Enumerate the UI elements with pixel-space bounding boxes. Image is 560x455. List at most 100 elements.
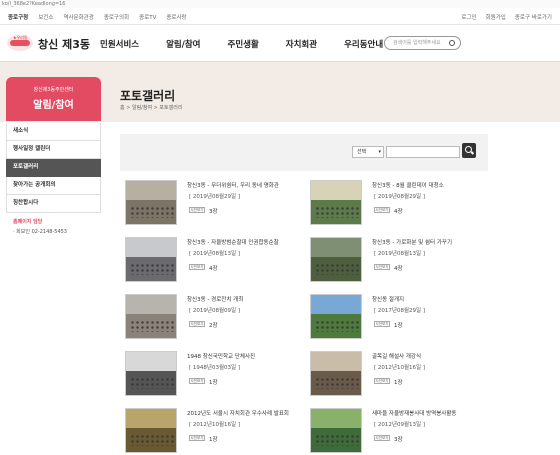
gallery-item-count: 2장 [209, 323, 218, 329]
gallery-item[interactable]: 골목길 해설사 개강식 [ 2012년10월16일 ] 사진보기 1장 [305, 351, 485, 401]
sidebar-menu: 새소식 행사일정 캘린더 포토갤러리 찾아가는 공개회의 칭찬합시다 [6, 123, 101, 213]
gallery-item-count: 4장 [394, 266, 403, 272]
nav-item-notice[interactable]: 알림/참여 [166, 38, 200, 50]
contact-phone: · 회보인 02-2148-5453 [13, 229, 67, 235]
topbar-link-0[interactable]: 보건소 [38, 13, 53, 21]
view-photo-button[interactable]: 사진보기 [374, 321, 390, 327]
view-photo-button[interactable]: 사진보기 [374, 435, 390, 441]
gallery-item-count: 3장 [394, 437, 403, 443]
gallery-thumbnail[interactable] [310, 408, 362, 453]
gallery-item-count: 4장 [394, 209, 403, 215]
view-photo-button[interactable]: 사진보기 [374, 264, 390, 270]
gallery-item[interactable]: 1948 창신국민학교 단체사진 [ 1948년03월03일 ] 사진보기 1장 [120, 351, 300, 401]
view-photo-button[interactable]: 사진보기 [189, 378, 205, 384]
logo[interactable]: ★우리동 [7, 35, 33, 51]
gallery-item[interactable]: 2012년도 서울시 자치회관 우수사례 발표회 [ 2012년10월16일 ] 사… [120, 408, 300, 455]
topbar-link-1[interactable]: 역사문화관광 [63, 13, 93, 21]
gallery-item[interactable]: 창신3동 - 무더위쉼터, 우리 동네 명화관 [ 2019년08월29일 ] 사진… [120, 180, 300, 230]
gallery-thumbnail[interactable] [125, 180, 177, 225]
gallery-item-title[interactable]: 창신3동 - 가로화분 및 쉼터 가꾸기 [372, 238, 452, 246]
gallery-item-count: 1장 [394, 323, 403, 329]
page-title: 포토갤러리 [120, 89, 176, 103]
breadcrumb: 홈 > 알림/참여 > 포토갤러리 [120, 105, 183, 111]
logo-mark: ★우리동 [13, 35, 28, 40]
gallery-item-date: [ 2019년08월29일 ] [189, 194, 240, 200]
sidebar-item-gallery[interactable]: 포토갤러리 [6, 159, 101, 177]
gallery-thumbnail[interactable] [310, 180, 362, 225]
gallery-item-date: [ 2012년09월13일 ] [374, 422, 425, 428]
gallery-item-count: 4장 [209, 266, 218, 272]
lnb-header: 창신제3동주민센터 알림/참여 [6, 77, 101, 121]
topbar-link-3[interactable]: 종로TV [139, 13, 156, 21]
gallery-item[interactable]: 새마을 자율방재봉사대 방역봉사활동 [ 2012년09월13일 ] 사진보기 3장 [305, 408, 485, 455]
gallery-thumbnail[interactable] [310, 237, 362, 282]
gallery-item-title[interactable]: 새마을 자율방재봉사대 방역봉사활동 [372, 409, 456, 417]
gallery-item-title[interactable]: 창신3동 - 자율방범순찰대 인권합동순찰 [187, 238, 279, 246]
gallery-item[interactable]: 창신3동 - 8월 클린데이 대청소 [ 2019년08월29일 ] 사진보기 4장 [305, 180, 485, 230]
gallery-thumbnail[interactable] [125, 408, 177, 453]
gallery-thumbnail[interactable] [125, 294, 177, 339]
gallery-thumbnail[interactable] [125, 351, 177, 396]
gallery-item-date: [ 2019년08월13일 ] [374, 251, 425, 257]
main-nav: 민원서비스 알림/참여 주민생활 자치회관 우리동안내 [100, 38, 410, 50]
gallery-item-date: [ 1948년03월03일 ] [189, 365, 240, 371]
view-photo-button[interactable]: 사진보기 [189, 207, 205, 213]
gallery-item-title[interactable]: 2012년도 서울시 자치회관 우수사례 발표회 [187, 409, 289, 417]
sidebar-item-news[interactable]: 새소식 [6, 123, 101, 141]
sidebar-item-praise[interactable]: 칭찬합시다 [6, 195, 101, 213]
topbar-link-2[interactable]: 종로구의회 [104, 13, 129, 21]
gallery-item-count: 1장 [209, 380, 218, 386]
sidebar-item-meeting[interactable]: 찾아가는 공개회의 [6, 177, 101, 195]
search-filter-bar: 선택 [120, 134, 488, 171]
sidebar-item-calendar[interactable]: 행사일정 캘린더 [6, 141, 101, 159]
nav-item-life[interactable]: 주민생활 [228, 38, 259, 50]
gallery-item-title[interactable]: 창신3동 - 경로잔치 개최 [187, 295, 243, 303]
nav-item-civil[interactable]: 민원서비스 [100, 38, 139, 50]
search-placeholder: 검색어를 입력해주세요 [393, 40, 441, 46]
view-photo-button[interactable]: 사진보기 [374, 207, 390, 213]
search-icon[interactable] [449, 40, 455, 46]
gallery-item-date: [ 2019년08월09일 ] [189, 308, 240, 314]
gallery-item-count: 1장 [394, 380, 403, 386]
filter-select[interactable]: 선택 [352, 146, 384, 158]
home-link[interactable]: 종로구청 [8, 13, 28, 21]
gallery-item[interactable]: 창신동 절개지 [ 2017년08월29일 ] 사진보기 1장 [305, 294, 485, 344]
gallery-item-date: [ 2017년08월29일 ] [374, 308, 425, 314]
view-photo-button[interactable]: 사진보기 [189, 321, 205, 327]
top-utility-bar: 종로구청 보건소 역사문화관광 종로구의회 종로TV 종로사랑 로그인 회원가입… [0, 8, 560, 25]
view-photo-button[interactable]: 사진보기 [189, 435, 205, 441]
nav-item-center[interactable]: 자치회관 [286, 38, 317, 50]
gallery-item-title[interactable]: 창신동 절개지 [372, 295, 404, 303]
gallery-item-title[interactable]: 골목길 해설사 개강식 [372, 352, 421, 360]
gallery-item-date: [ 2012년10월16일 ] [189, 422, 240, 428]
login-link[interactable]: 로그인 [461, 13, 476, 21]
topbar-link-4[interactable]: 종로사랑 [166, 13, 186, 21]
gallery-item-count: 3장 [209, 209, 218, 215]
gallery-thumbnail[interactable] [310, 294, 362, 339]
gallery-item-date: [ 2019년08월29일 ] [374, 194, 425, 200]
gallery-item[interactable]: 창신3동 - 경로잔치 개최 [ 2019년08월09일 ] 사진보기 2장 [120, 294, 300, 344]
gallery-item-title[interactable]: 1948 창신국민학교 단체사진 [187, 352, 255, 360]
nav-item-about[interactable]: 우리동안내 [344, 38, 383, 50]
contact-info: 홈페이지 담당 · 회보인 02-2148-5453 [13, 218, 67, 235]
gallery-item[interactable]: 창신3동 - 자율방범순찰대 인권합동순찰 [ 2019년08월13일 ] 사진보기… [120, 237, 300, 287]
search-input[interactable]: 검색어를 입력해주세요 [384, 36, 461, 50]
gallery-item-title[interactable]: 창신3동 - 무더위쉼터, 우리 동네 명화관 [187, 181, 279, 189]
browser-url[interactable]: ko/l_368e2?Keadlong=16 [0, 0, 560, 8]
signup-link[interactable]: 회원가입 [486, 13, 506, 21]
gallery-item-title[interactable]: 창신3동 - 8월 클린데이 대청소 [372, 181, 444, 189]
gallery-item-date: [ 2012년10월16일 ] [374, 365, 425, 371]
site-title[interactable]: 창신 제3동 [38, 36, 90, 52]
filter-input[interactable] [386, 146, 460, 158]
view-photo-button[interactable]: 사진보기 [189, 264, 205, 270]
gallery-thumbnail[interactable] [310, 351, 362, 396]
gallery-thumbnail[interactable] [125, 237, 177, 282]
gallery-item[interactable]: 창신3동 - 가로화분 및 쉼터 가꾸기 [ 2019년08월13일 ] 사진보기 4… [305, 237, 485, 287]
quick-link-select[interactable]: 종로구 바로가기 [515, 13, 552, 21]
filter-search-button[interactable] [462, 143, 476, 158]
lnb-subtitle: 창신제3동주민센터 [33, 87, 74, 93]
contact-title: 홈페이지 담당 [13, 219, 43, 225]
view-photo-button[interactable]: 사진보기 [374, 378, 390, 384]
gallery-item-date: [ 2019년08월13일 ] [189, 251, 240, 257]
header: ★우리동 창신 제3동 민원서비스 알림/참여 주민생활 자치회관 우리동안내 … [0, 26, 560, 62]
